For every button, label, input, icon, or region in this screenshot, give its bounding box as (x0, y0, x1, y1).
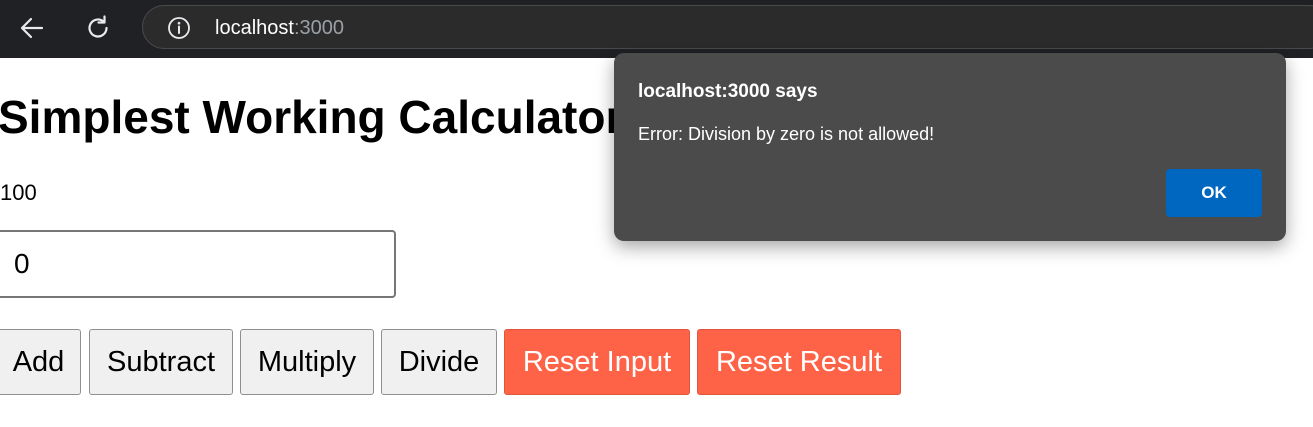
url-host: localhost (215, 17, 294, 39)
multiply-button[interactable]: Multiply (240, 329, 374, 395)
reload-icon[interactable] (82, 12, 114, 44)
ok-button[interactable]: OK (1166, 169, 1262, 217)
url-port: :3000 (293, 17, 344, 39)
number-input[interactable] (0, 230, 396, 298)
info-icon[interactable] (167, 16, 191, 40)
divide-button[interactable]: Divide (381, 329, 497, 395)
url-text: localhost:3000 (215, 18, 344, 38)
back-arrow-icon[interactable] (16, 12, 48, 44)
alert-dialog: localhost:3000 says Error: Division by z… (614, 53, 1286, 241)
dialog-title: localhost:3000 says (638, 81, 818, 102)
address-bar[interactable]: localhost:3000 (142, 5, 1313, 49)
subtract-button[interactable]: Subtract (89, 329, 233, 395)
result-display: 100 (0, 180, 37, 205)
reset-result-button[interactable]: Reset Result (697, 329, 901, 395)
page-title: Simplest Working Calculator (0, 91, 624, 143)
reset-input-button[interactable]: Reset Input (504, 329, 690, 395)
browser-toolbar: localhost:3000 (0, 0, 1313, 58)
add-button[interactable]: Add (0, 329, 81, 395)
dialog-message: Error: Division by zero is not allowed! (638, 124, 935, 144)
